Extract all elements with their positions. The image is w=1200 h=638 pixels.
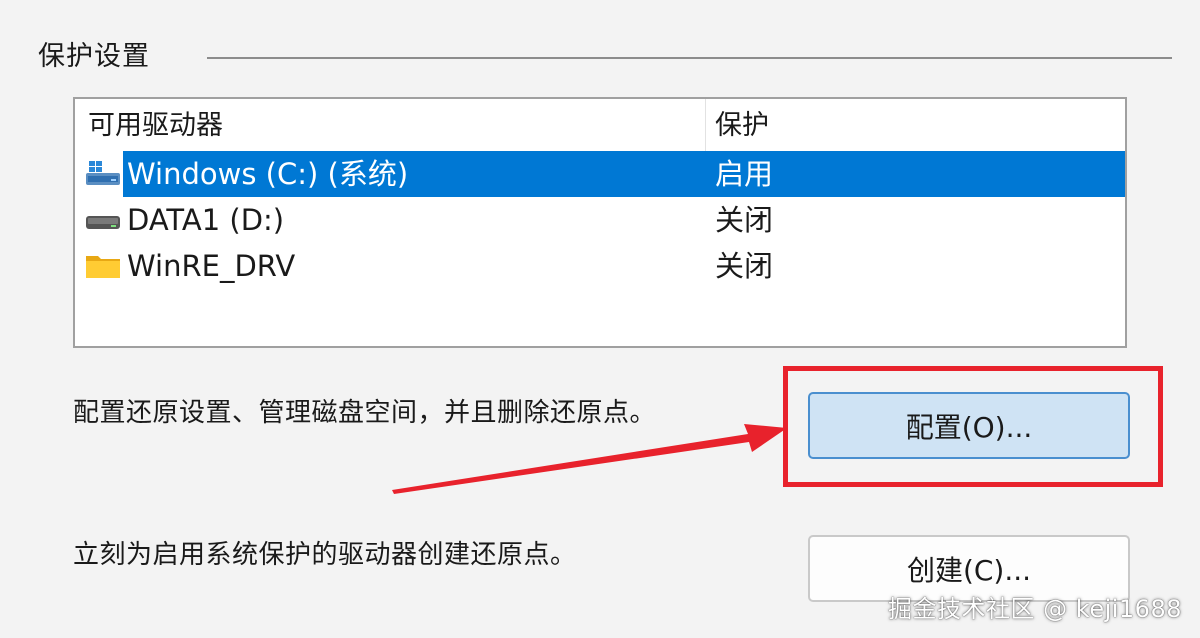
watermark: 掘金技术社区 @ keji1688 bbox=[888, 595, 1182, 623]
create-description: 立刻为启用系统保护的驱动器创建还原点。 bbox=[73, 540, 577, 570]
column-header-drives[interactable]: 可用驱动器 bbox=[88, 109, 223, 143]
group-divider bbox=[207, 57, 1172, 59]
drive-protection-status: 启用 bbox=[715, 157, 774, 191]
column-header-protection[interactable]: 保护 bbox=[715, 109, 769, 143]
drive-name: DATA1 (D:) bbox=[127, 203, 285, 237]
system-drive-icon bbox=[85, 159, 121, 189]
drive-row-c[interactable]: Windows (C:) (系统) 启用 bbox=[77, 151, 1125, 197]
hard-drive-icon bbox=[85, 205, 121, 235]
group-title: 保护设置 bbox=[38, 41, 150, 72]
drive-list[interactable]: 可用驱动器 保护 Windows (C:) (系统) 启用 DATA1 (D:)… bbox=[73, 97, 1127, 348]
drive-protection-status: 关闭 bbox=[715, 203, 774, 237]
drive-row-d[interactable]: DATA1 (D:) 关闭 bbox=[77, 197, 1125, 243]
drive-name: Windows (C:) (系统) bbox=[127, 157, 409, 191]
drive-protection-status: 关闭 bbox=[715, 249, 774, 283]
drive-name: WinRE_DRV bbox=[127, 249, 296, 283]
list-header: 可用驱动器 保护 bbox=[75, 99, 1125, 151]
drive-row-winre[interactable]: WinRE_DRV 关闭 bbox=[77, 243, 1125, 289]
folder-icon bbox=[85, 251, 121, 281]
configure-description: 配置还原设置、管理磁盘空间，并且删除还原点。 bbox=[73, 398, 657, 428]
column-divider[interactable] bbox=[705, 99, 706, 151]
annotation-highlight-box bbox=[783, 366, 1163, 487]
